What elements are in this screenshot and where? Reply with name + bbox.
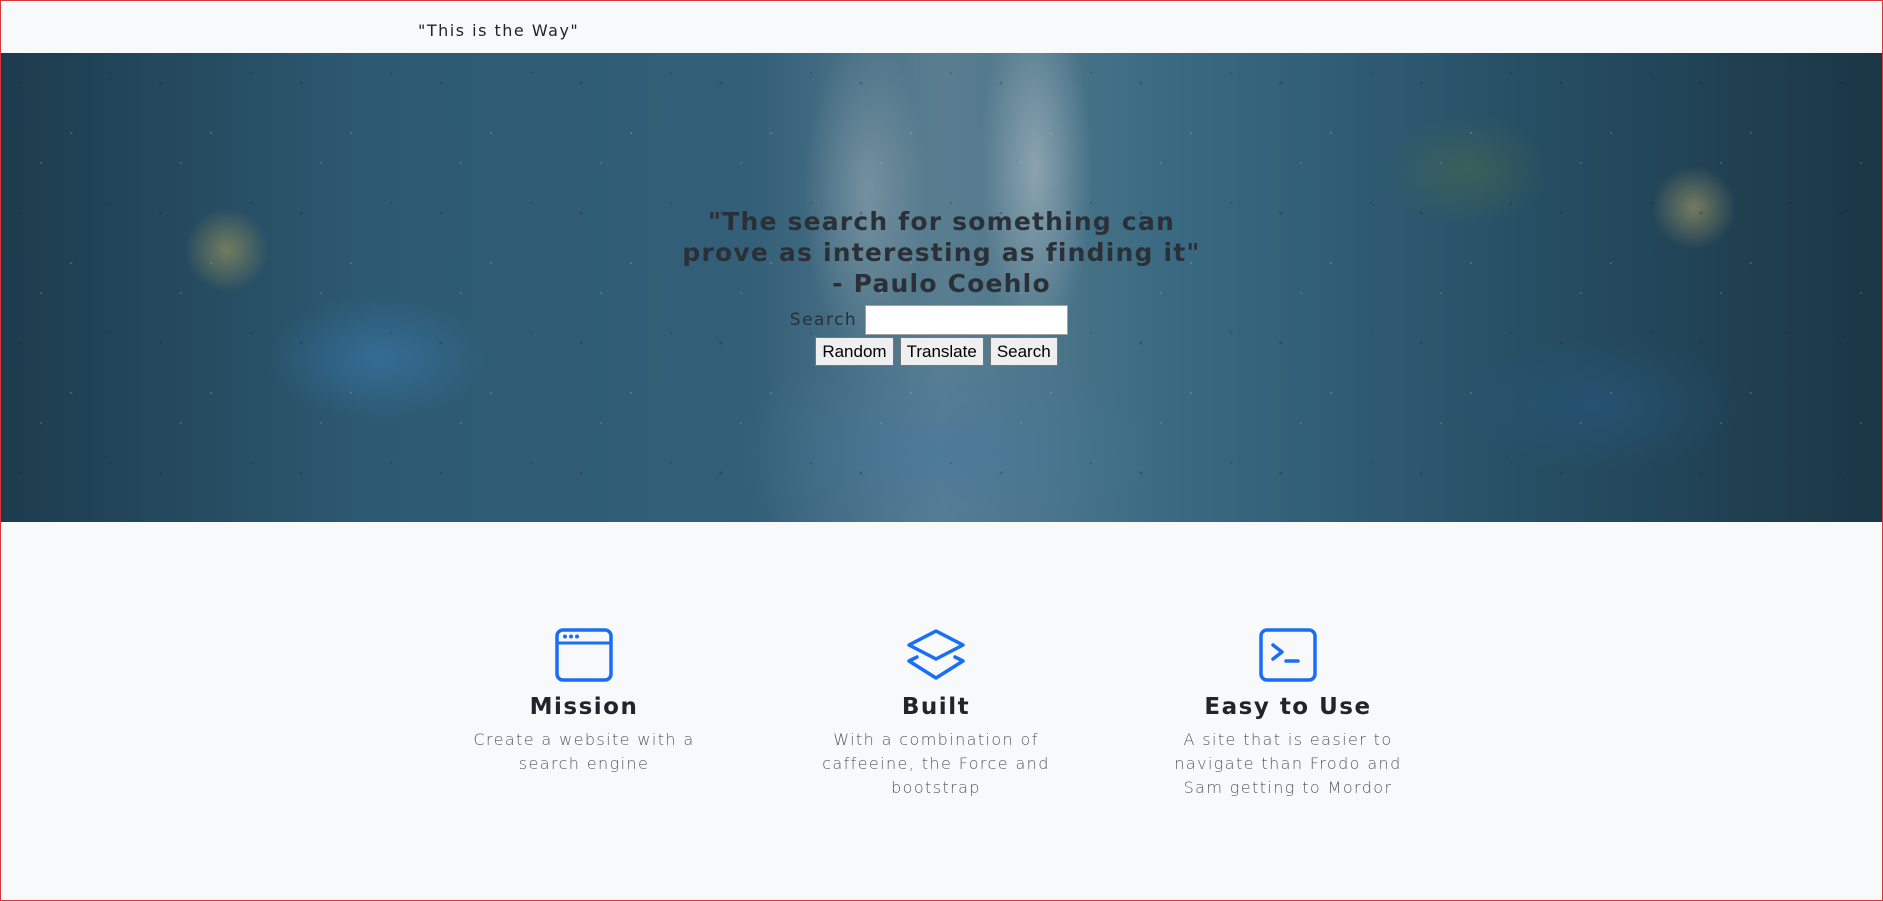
- layers-icon: [907, 629, 965, 680]
- hero-quote: "The search for something can prove as i…: [682, 207, 1201, 298]
- search-label: Search: [789, 310, 858, 330]
- brand-link[interactable]: "This is the Way": [418, 21, 579, 40]
- feature-text: Create a website with a search engine: [473, 730, 695, 773]
- terminal-icon: [1259, 628, 1317, 682]
- search-input[interactable]: [865, 305, 1069, 335]
- feature-text: A site that is easier to navigate than F…: [1174, 730, 1402, 797]
- feature-easy-to-use: Easy to Use A site that is easier to nav…: [1158, 628, 1418, 800]
- feature-built: Built With a combination of caffeeine, t…: [806, 628, 1066, 800]
- navbar: "This is the Way": [1, 1, 1882, 53]
- search-row: Search: [1, 305, 1882, 335]
- search-button[interactable]: Search: [989, 337, 1058, 366]
- hero-banner: "The search for something can prove as i…: [1, 53, 1882, 522]
- feature-text: With a combination of caffeeine, the For…: [822, 730, 1050, 797]
- feature-title: Built: [901, 694, 971, 720]
- feature-title: Mission: [529, 694, 639, 720]
- feature-mission: Mission Create a website with a search e…: [454, 628, 714, 776]
- browser-window-icon: [555, 628, 613, 682]
- button-row: Random Translate Search: [1, 337, 1882, 366]
- page: "This is the Way" "The search for someth…: [0, 0, 1883, 901]
- random-button[interactable]: Random: [815, 337, 894, 366]
- feature-title: Easy to Use: [1204, 694, 1372, 720]
- hero-content: "The search for something can prove as i…: [1, 206, 1882, 366]
- translate-button[interactable]: Translate: [899, 337, 984, 366]
